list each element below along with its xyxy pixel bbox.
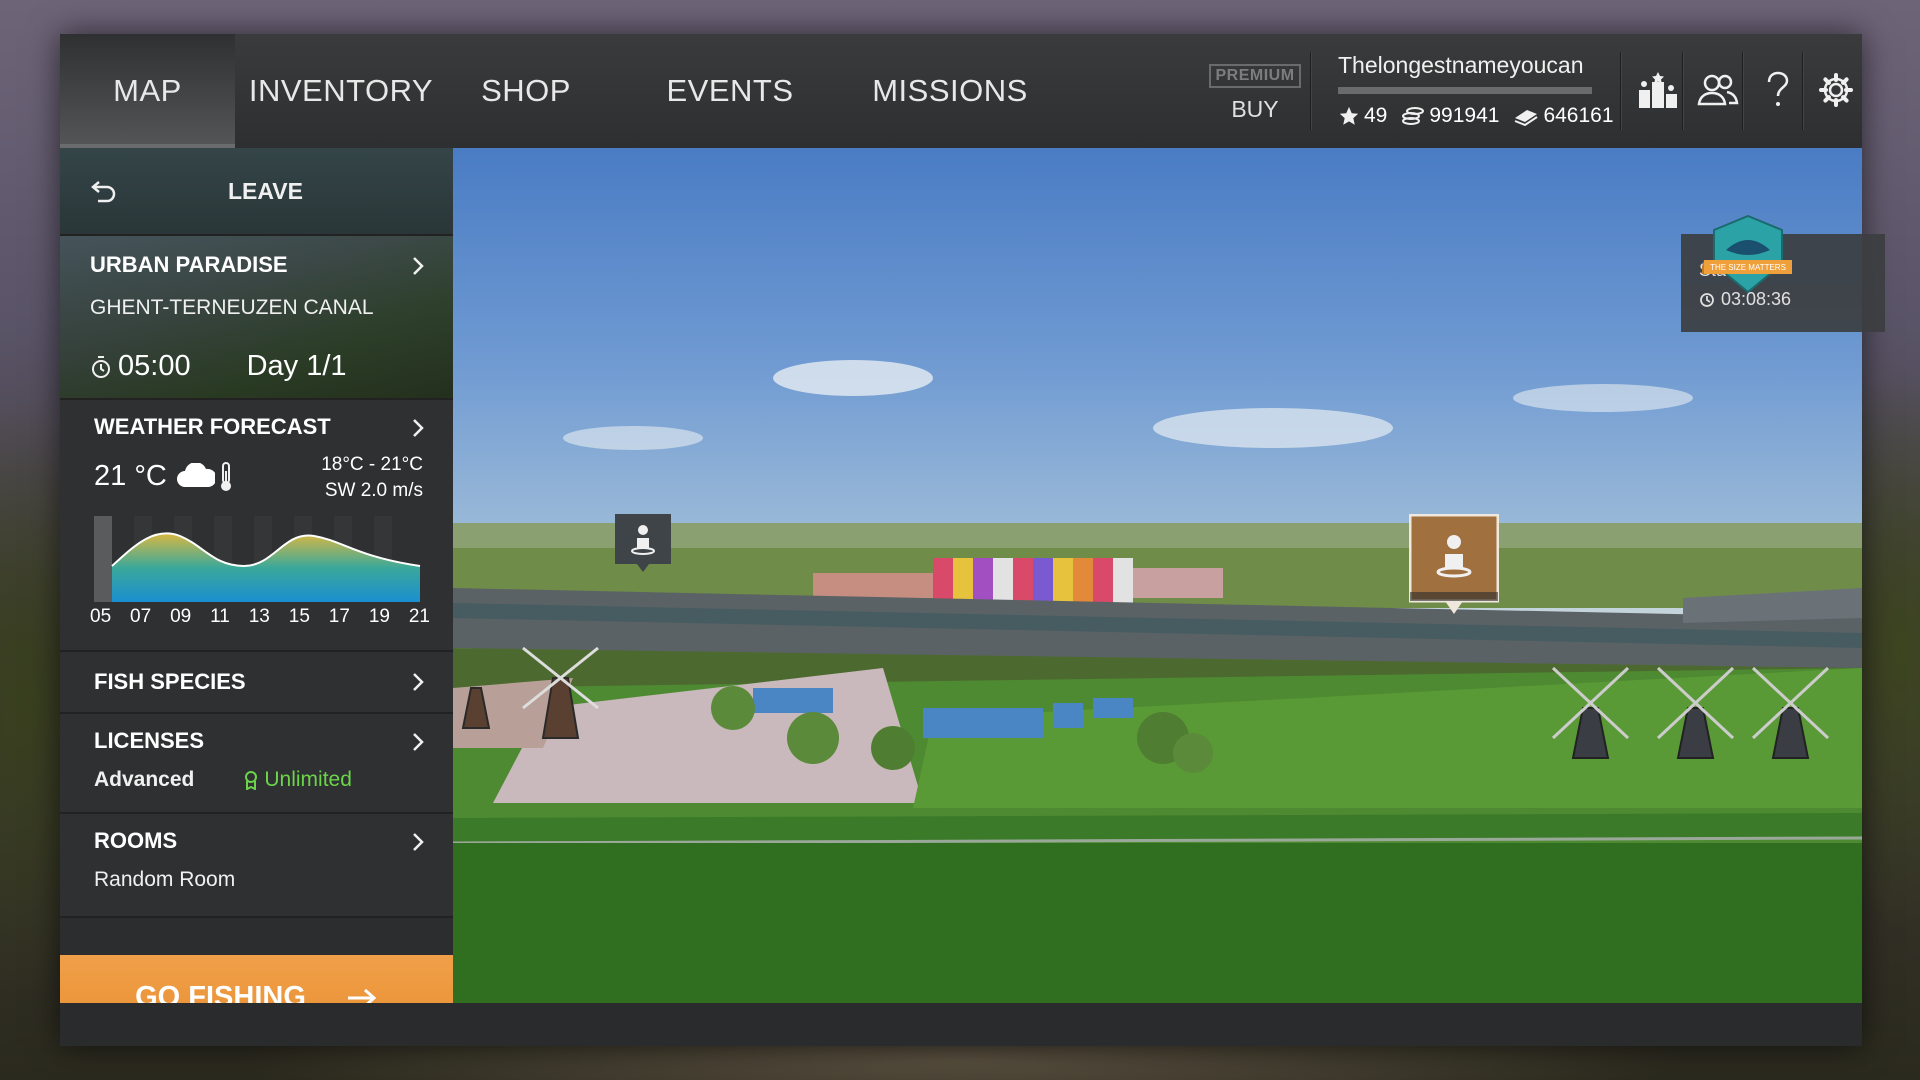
fish-species-section[interactable]: FISH SPECIES: [60, 652, 453, 714]
bottom-strip: [60, 1003, 1862, 1046]
licenses-title: LICENSES: [94, 728, 205, 753]
divider: [1620, 52, 1622, 130]
divider: [1802, 52, 1804, 130]
question-mark-icon: [1767, 71, 1789, 106]
coins-icon: [1402, 107, 1425, 125]
left-panel: LEAVE URBAN PARADISE GHENT-TERNEUZEN CAN…: [60, 148, 453, 1040]
hour-label: 19: [368, 606, 390, 627]
cash-icon: [1515, 110, 1538, 126]
angler-pin-icon: [615, 514, 671, 572]
weather-forecast-section[interactable]: WEATHER FORECAST 21 °C 18°C - 21°C SW 2.…: [60, 400, 453, 652]
cloud-icon: [176, 462, 215, 487]
cash-value: 646161: [1543, 104, 1614, 127]
hour-label: 05: [90, 606, 112, 627]
coins-value: 991941: [1429, 104, 1500, 127]
leaderboard-button[interactable]: [1630, 62, 1686, 118]
gear-icon: [1819, 73, 1853, 107]
location-time-row: 05:00 Day 1/1: [90, 350, 423, 383]
tab-inventory[interactable]: INVENTORY: [235, 34, 447, 148]
location-subtitle: GHENT-TERNEUZEN CANAL: [90, 296, 374, 319]
license-icon: [245, 771, 258, 790]
chevron-right-icon: [413, 419, 424, 437]
hour-label: 13: [248, 606, 270, 627]
time-value: 05:00: [118, 350, 191, 382]
location-title: URBAN PARADISE: [90, 252, 288, 277]
player-info[interactable]: Thelongestnameyoucan 49 991941 646161: [1338, 52, 1628, 136]
friends-button[interactable]: [1690, 62, 1746, 118]
chevron-right-icon: [413, 257, 424, 275]
top-nav-bar: MAP INVENTORY SHOP EVENTS MISSIONS PREMI…: [60, 34, 1862, 148]
premium-buy-button[interactable]: PREMIUM BUY: [1209, 64, 1301, 134]
player-xp-bar: [1338, 87, 1592, 94]
rooms-title: ROOMS: [94, 828, 178, 853]
event-badge: THE SIZE MATTERS: [1700, 212, 1794, 305]
licenses-row: Advanced Unlimited: [94, 768, 419, 792]
tab-events[interactable]: EVENTS: [605, 34, 855, 148]
leave-label: LEAVE: [228, 177, 303, 204]
fish-species-title: FISH SPECIES: [94, 669, 246, 694]
tab-events-label: EVENTS: [666, 73, 794, 108]
license-duration: Unlimited: [244, 768, 352, 792]
clock-time: 05:00: [90, 350, 191, 383]
chevron-right-icon: [413, 833, 424, 851]
hour-label: 11: [210, 606, 230, 627]
buy-label: BUY: [1231, 96, 1279, 122]
license-duration-value: Unlimited: [264, 768, 352, 791]
divider: [1682, 52, 1684, 130]
hour-label: 09: [170, 606, 192, 627]
current-temp: 21 °C: [94, 460, 167, 492]
licenses-section[interactable]: LICENSES Advanced Unlimited: [60, 714, 453, 814]
weather-hours: 05 07 09 11 13 15 17 19 21: [90, 606, 430, 628]
hour-label: 15: [288, 606, 310, 627]
player-stats: 49 991941 646161: [1338, 104, 1628, 128]
help-button[interactable]: [1750, 62, 1806, 118]
stars-value: 49: [1364, 104, 1388, 127]
player-name: Thelongestnameyoucan: [1338, 52, 1584, 78]
tab-shop-label: SHOP: [481, 73, 571, 108]
temp-range: 18°C - 21°C: [321, 454, 423, 475]
fishing-spot-pin[interactable]: [615, 514, 671, 577]
stopwatch-icon: [92, 355, 110, 378]
tab-map-label: MAP: [113, 73, 182, 108]
room-value: Random Room: [94, 868, 236, 891]
rooms-section[interactable]: ROOMS Random Room: [60, 814, 453, 918]
thermometer-icon: [220, 461, 231, 491]
coins-stat: 991941: [1401, 104, 1499, 128]
tab-map[interactable]: MAP: [60, 34, 235, 148]
chevron-right-icon: [413, 733, 424, 751]
license-type: Advanced: [94, 768, 195, 791]
day-value: Day 1/1: [246, 350, 347, 382]
premium-badge: PREMIUM: [1209, 64, 1301, 88]
weather-chart: [94, 516, 421, 602]
cash-stat: 646161: [1513, 104, 1614, 128]
friends-icon: [1697, 74, 1739, 106]
settings-button[interactable]: [1808, 62, 1864, 118]
leaderboard-icon: [1639, 72, 1677, 108]
event-badge-text: THE SIZE MATTERS: [1710, 263, 1786, 272]
leave-button[interactable]: LEAVE: [60, 148, 453, 236]
hour-label: 07: [130, 606, 152, 627]
tab-inventory-label: INVENTORY: [248, 73, 434, 108]
wind: SW 2.0 m/s: [324, 480, 423, 501]
tab-missions[interactable]: MISSIONS: [855, 34, 1045, 148]
back-arrow-icon: [91, 181, 116, 203]
star-icon: [1339, 106, 1359, 125]
tab-missions-label: MISSIONS: [872, 73, 1028, 108]
location-card[interactable]: URBAN PARADISE GHENT-TERNEUZEN CANAL 05:…: [60, 236, 453, 400]
hour-label: 21: [408, 606, 430, 627]
divider: [1310, 52, 1312, 130]
tab-shop[interactable]: SHOP: [447, 34, 605, 148]
event-badge-icon: THE SIZE MATTERS: [1700, 214, 1792, 294]
chevron-right-icon: [413, 673, 424, 691]
game-window: MAP INVENTORY SHOP EVENTS MISSIONS PREMI…: [60, 34, 1885, 1046]
weather-title: WEATHER FORECAST: [94, 414, 331, 439]
fishing-spot-pin-selected[interactable]: [1408, 513, 1500, 625]
stars-stat: 49: [1338, 104, 1387, 128]
angler-pin-icon: [1408, 513, 1500, 614]
hour-label: 17: [328, 606, 350, 627]
weather-range: 18°C - 21°C SW 2.0 m/s: [321, 452, 423, 504]
divider: [1742, 52, 1744, 130]
